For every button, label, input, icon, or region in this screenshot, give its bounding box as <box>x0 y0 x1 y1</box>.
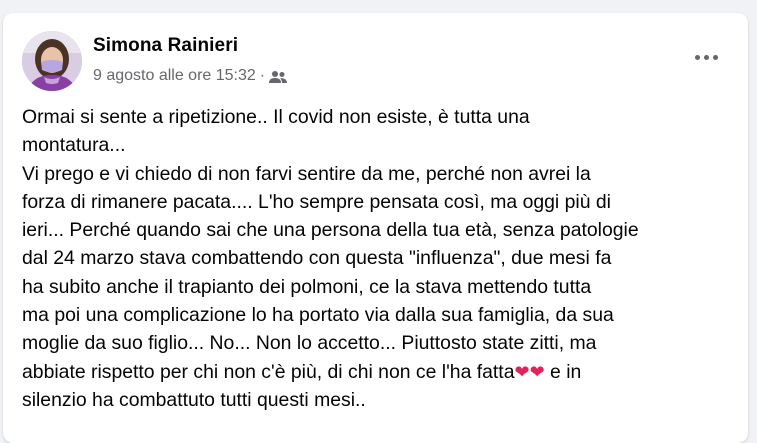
author-name[interactable]: Simona Rainieri <box>93 35 238 57</box>
post-meta: 9 agosto alle ore 15:32 · <box>93 67 288 85</box>
post-body: Ormai si sente a ripetizione.. Il covid … <box>22 103 737 414</box>
post-timestamp[interactable]: 9 agosto alle ore 15:32 <box>93 67 256 85</box>
dot <box>703 54 709 60</box>
heart-emoji: ❤❤ <box>514 361 545 382</box>
meta-separator: · <box>259 67 266 84</box>
post-card: Simona Rainieri 9 agosto alle ore 15:32 … <box>3 13 748 443</box>
post-text-main: Ormai si sente a ripetizione.. Il covid … <box>22 106 639 383</box>
friends-icon[interactable] <box>269 70 288 84</box>
more-options-button[interactable] <box>688 45 724 69</box>
author-avatar[interactable] <box>22 31 82 91</box>
more-horizontal-icon <box>694 54 700 60</box>
dot <box>712 54 718 60</box>
